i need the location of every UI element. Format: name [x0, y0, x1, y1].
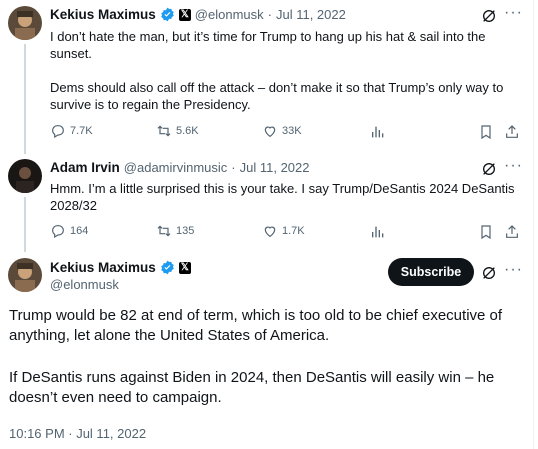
separator: · — [231, 160, 236, 175]
more-icon[interactable]: ··· — [504, 157, 523, 175]
author-handle[interactable]: @adamirvinmusic — [124, 160, 228, 175]
reply-icon — [52, 125, 64, 139]
like-count: 1.7K — [282, 225, 305, 237]
tweet-text: Hmm. I’m a little surprised this is your… — [50, 181, 515, 213]
main-tweet-text: Trump would be 82 at end of term, which … — [9, 307, 503, 344]
like-button[interactable]: 33K — [262, 123, 302, 139]
tweet-text: I don’t hate the man, but it’s time for … — [50, 29, 486, 61]
author-name[interactable]: Adam Irvin — [50, 160, 120, 175]
grok-icon[interactable] — [481, 8, 497, 24]
tweet-timestamp[interactable]: 10:16 PM · Jul 11, 2022 — [9, 426, 146, 441]
thread-line — [24, 44, 26, 154]
more-icon[interactable]: ··· — [504, 261, 523, 279]
reply-count: 164 — [70, 225, 89, 237]
reply-count: 7.7K — [70, 125, 93, 137]
share-icon[interactable] — [504, 124, 520, 140]
verified-icon — [161, 260, 174, 275]
tweet-date[interactable]: Jul 11, 2022 — [240, 160, 310, 175]
reply-icon — [52, 225, 64, 239]
subscribe-button[interactable]: Subscribe — [388, 258, 474, 286]
like-icon — [264, 226, 276, 238]
grok-icon[interactable] — [481, 161, 497, 177]
retweet-button[interactable]: 135 — [156, 223, 194, 239]
verified-icon — [161, 7, 174, 22]
views-icon[interactable] — [370, 124, 386, 140]
bookmark-icon[interactable] — [478, 224, 494, 240]
like-icon — [264, 126, 276, 138]
views-icon[interactable] — [370, 224, 386, 240]
share-icon[interactable] — [504, 224, 520, 240]
reply-button[interactable]: 7.7K — [50, 123, 93, 139]
tweet-date[interactable]: Jul 11, 2022 — [276, 7, 346, 22]
retweet-icon — [157, 225, 171, 237]
retweet-count: 5.6K — [176, 125, 199, 137]
x-affiliate-badge: 𝕏 — [178, 8, 191, 21]
retweet-button[interactable]: 5.6K — [156, 123, 199, 139]
author-handle[interactable]: @elonmusk — [195, 7, 264, 22]
more-icon[interactable]: ··· — [504, 4, 523, 22]
avatar[interactable] — [8, 6, 42, 40]
retweet-icon — [157, 125, 171, 137]
thread-line — [24, 197, 26, 252]
author-handle[interactable]: @elonmusk — [50, 277, 119, 292]
separator: · — [267, 7, 272, 22]
main-tweet-text: If DeSantis runs against Biden in 2024, … — [9, 369, 495, 406]
like-count: 33K — [282, 125, 302, 137]
avatar[interactable] — [8, 159, 42, 193]
tweet-text: Dems should also call off the attack – d… — [50, 80, 504, 112]
grok-icon[interactable] — [481, 265, 497, 281]
author-name[interactable]: Kekius Maximus — [50, 7, 156, 22]
bookmark-icon[interactable] — [478, 124, 494, 140]
x-affiliate-badge: 𝕏 — [178, 261, 191, 274]
author-name[interactable]: Kekius Maximus — [50, 260, 156, 275]
right-border — [533, 0, 534, 449]
retweet-count: 135 — [176, 225, 195, 237]
like-button[interactable]: 1.7K — [262, 223, 305, 239]
reply-button[interactable]: 164 — [50, 223, 88, 239]
avatar[interactable] — [8, 258, 42, 292]
